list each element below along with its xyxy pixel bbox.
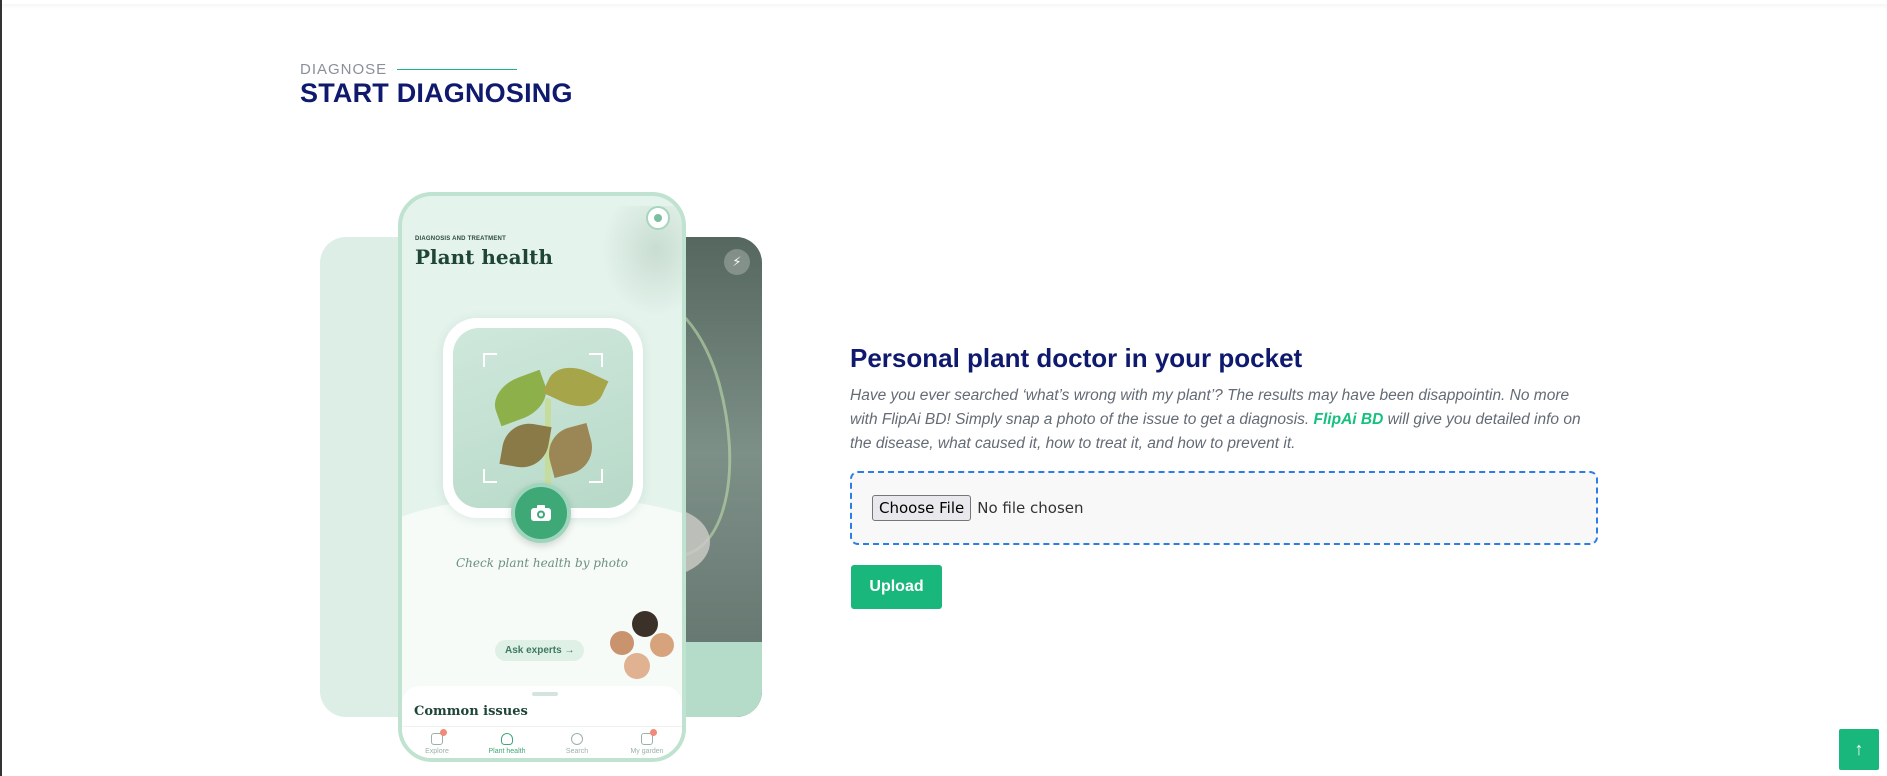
leaf-decoration <box>602 206 682 316</box>
diagnose-content: Personal plant doctor in your pocket Hav… <box>850 343 1598 456</box>
tab-plant-health: Plant health <box>472 727 542 758</box>
tab-my-garden: My garden <box>612 727 682 758</box>
header-shadow <box>2 0 1887 4</box>
garden-icon <box>641 729 657 745</box>
content-description: Have you ever searched ‘what’s wrong wit… <box>850 387 1581 452</box>
camera-icon <box>511 483 571 543</box>
plant-image <box>487 358 609 493</box>
brand-name: FlipAi BD <box>1313 411 1384 428</box>
experts-photo <box>602 611 682 696</box>
phone-illustration: ⚡ DIAGNOSIS AND TREATMENT Plant health C… <box>320 190 764 765</box>
common-issues-title: Common issues <box>414 704 528 719</box>
tab-explore: Explore <box>402 727 472 758</box>
section-title: START DIAGNOSING <box>300 78 573 108</box>
ask-experts-chip: Ask experts → <box>495 640 585 661</box>
upload-button[interactable]: Upload <box>851 565 942 609</box>
section-eyebrow: DIAGNOSE <box>300 61 518 78</box>
eyebrow-divider <box>397 69 518 70</box>
content-heading: Personal plant doctor in your pocket <box>850 343 1303 373</box>
arrow-up-icon: ↑ <box>1854 739 1864 759</box>
phone-check-text: Check plant health by photo <box>455 556 628 570</box>
search-icon <box>571 733 583 745</box>
phone-title: Plant health <box>415 245 553 269</box>
choose-file-button[interactable]: Choose File <box>872 495 972 521</box>
tab-search: Search <box>542 727 612 758</box>
no-file-text: No file chosen <box>977 499 1084 517</box>
explore-icon <box>431 729 447 745</box>
heart-pulse-icon <box>501 733 513 745</box>
scroll-to-top-button[interactable]: ↑ <box>1839 729 1879 770</box>
flash-icon: ⚡ <box>724 249 750 275</box>
page: DIAGNOSE START DIAGNOSING ⚡ DIAGNOSIS AN… <box>0 0 1887 776</box>
file-dropzone[interactable]: Choose File No file chosen <box>850 471 1598 545</box>
phone-eyebrow: DIAGNOSIS AND TREATMENT <box>415 236 506 242</box>
eyebrow-text: DIAGNOSE <box>300 61 388 78</box>
phone-tabbar: Explore Plant health Search My garden <box>402 726 682 758</box>
profile-icon <box>646 206 670 230</box>
phone-mockup: DIAGNOSIS AND TREATMENT Plant health Che… <box>398 192 686 762</box>
